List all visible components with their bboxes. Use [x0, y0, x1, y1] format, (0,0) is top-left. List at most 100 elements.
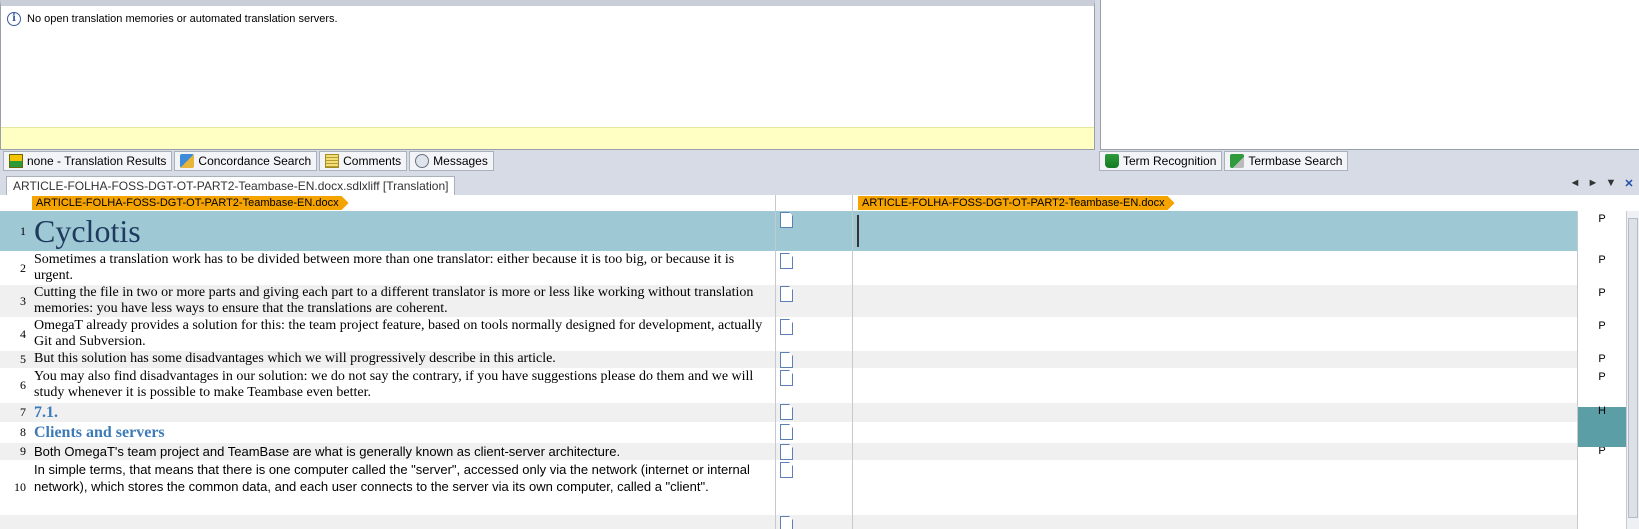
- source-text: But this solution has some disadvantages…: [34, 351, 556, 366]
- source-file-tag: ARTICLE-FOLHA-FOSS-DGT-OT-PART2-Teambase…: [32, 196, 349, 210]
- tab-prev-arrow-icon[interactable]: ◄: [1569, 177, 1581, 190]
- segment-number: 9: [20, 444, 26, 458]
- source-text: In simple terms, that means that there i…: [34, 462, 750, 494]
- structure-marker: H: [1598, 405, 1606, 417]
- segment-row[interactable]: [0, 515, 1578, 529]
- document-tab-label: ARTICLE-FOLHA-FOSS-DGT-OT-PART2-Teambase…: [13, 179, 449, 193]
- segment-status-icon: [780, 286, 793, 301]
- target-cell[interactable]: [853, 369, 1573, 402]
- concordance-search-icon: [180, 154, 195, 168]
- tab-label: none - Translation Results: [27, 154, 167, 168]
- structure-marker: P: [1598, 320, 1606, 332]
- tab-comments[interactable]: Comments: [319, 151, 408, 171]
- target-cell[interactable]: [853, 285, 1573, 317]
- tab-termbase-search[interactable]: Termbase Search: [1224, 151, 1349, 171]
- column-divider: [1577, 211, 1578, 529]
- messages-icon: [415, 154, 430, 168]
- tab-label: Termbase Search: [1248, 154, 1343, 168]
- structure-marker: P: [1598, 213, 1606, 225]
- segment-row[interactable]: 2 Sometimes a translation work has to be…: [0, 252, 1606, 285]
- structure-marker: P: [1598, 287, 1606, 299]
- segment-status-icon: [780, 212, 793, 227]
- segment-row[interactable]: 5 But this solution has some disadvantag…: [0, 351, 1606, 369]
- segment-row[interactable]: 3 Cutting the file in two or more parts …: [0, 285, 1606, 318]
- segment-row[interactable]: 9 Both OmegaT's team project and TeamBas…: [0, 443, 1606, 461]
- comments-icon: [325, 154, 340, 168]
- segment-row[interactable]: 7 7.1. H: [0, 403, 1606, 423]
- tab-list-dropdown-icon[interactable]: ▼: [1605, 177, 1617, 190]
- target-cell[interactable]: [853, 403, 1573, 422]
- segment-number: 7: [20, 405, 26, 419]
- tab-translation-results[interactable]: none - Translation Results: [3, 151, 173, 171]
- structure-marker: P: [1598, 353, 1606, 365]
- segment-number: 5: [20, 352, 26, 366]
- scrollbar-thumb[interactable]: [1628, 218, 1638, 518]
- termbase-search-icon: [1230, 154, 1245, 168]
- segment-status-icon: [780, 370, 793, 385]
- segment-row[interactable]: 4 OmegaT already provides a solution for…: [0, 318, 1606, 351]
- tab-label: Comments: [343, 154, 402, 168]
- column-divider: [775, 195, 776, 529]
- target-cell[interactable]: [853, 461, 1573, 514]
- translation-results-pane: i No open translation memories or automa…: [0, 0, 1095, 150]
- left-pane-tabs: none - Translation Results Concordance S…: [3, 151, 494, 171]
- segment-status-icon: [780, 444, 793, 459]
- source-text: OmegaT already provides a solution for t…: [34, 318, 763, 349]
- structure-marker: [1578, 461, 1626, 514]
- file-header-row: ARTICLE-FOLHA-FOSS-DGT-OT-PART2-Teambase…: [0, 195, 1578, 211]
- tab-label: Messages: [433, 154, 488, 168]
- segment-number: 4: [20, 326, 26, 341]
- segment-status-icon: [780, 516, 793, 529]
- target-cell[interactable]: [853, 423, 1573, 442]
- segment-row[interactable]: 1 Cyclotis P: [0, 211, 1606, 252]
- close-document-icon[interactable]: ✕: [1623, 177, 1635, 190]
- segment-number: 10: [14, 480, 26, 494]
- target-cell[interactable]: [853, 318, 1573, 350]
- segment-row[interactable]: 8 Clients and servers: [0, 423, 1578, 443]
- term-recognition-icon: [1105, 154, 1119, 168]
- tab-concordance-search[interactable]: Concordance Search: [174, 151, 318, 171]
- tab-next-arrow-icon[interactable]: ►: [1587, 177, 1599, 190]
- source-text: Clients and servers: [34, 424, 165, 441]
- segment-rows: 1 Cyclotis P 2 Sometimes a translation w…: [0, 211, 1606, 529]
- translation-results-icon: [9, 154, 23, 168]
- target-file-tag: ARTICLE-FOLHA-FOSS-DGT-OT-PART2-Teambase…: [858, 196, 1175, 210]
- segment-status-icon: [780, 424, 793, 439]
- segment-number: 3: [20, 293, 26, 308]
- target-cell[interactable]: [853, 211, 1573, 251]
- segment-number: 6: [20, 378, 26, 392]
- segment-number: 1: [20, 223, 26, 238]
- term-recognition-pane: [1100, 0, 1639, 150]
- translation-results-message-row: i No open translation memories or automa…: [7, 12, 338, 26]
- segment-status-icon: [780, 319, 793, 334]
- segment-row[interactable]: 10 In simple terms, that means that ther…: [0, 461, 1578, 515]
- translation-results-footer: [1, 127, 1094, 149]
- segment-status-icon: [780, 462, 793, 477]
- column-divider: [852, 195, 853, 529]
- editor-grid: ARTICLE-FOLHA-FOSS-DGT-OT-PART2-Teambase…: [0, 195, 1639, 529]
- structure-marker: P: [1598, 254, 1606, 266]
- tab-label: Term Recognition: [1123, 154, 1217, 168]
- segment-status-icon: [780, 404, 793, 419]
- segment-status-icon: [780, 352, 793, 367]
- target-cell[interactable]: [853, 443, 1573, 460]
- source-text: Both OmegaT's team project and TeamBase …: [34, 444, 621, 459]
- segment-status-icon: [780, 253, 793, 268]
- source-text: You may also find disadvantages in our s…: [34, 369, 754, 400]
- document-tab[interactable]: ARTICLE-FOLHA-FOSS-DGT-OT-PART2-Teambase…: [6, 176, 456, 195]
- tab-messages[interactable]: Messages: [409, 151, 494, 171]
- target-cell[interactable]: [853, 252, 1573, 284]
- tab-term-recognition[interactable]: Term Recognition: [1099, 151, 1223, 171]
- segment-number: 8: [20, 425, 26, 439]
- document-tab-nav: ◄ ► ▼ ✕: [1569, 177, 1635, 190]
- document-tab-bar: ARTICLE-FOLHA-FOSS-DGT-OT-PART2-Teambase…: [0, 173, 1639, 195]
- segment-row[interactable]: 6 You may also find disadvantages in our…: [0, 369, 1606, 403]
- target-cell[interactable]: [853, 351, 1573, 368]
- tab-label: Concordance Search: [198, 154, 312, 168]
- source-text: Sometimes a translation work has to be d…: [34, 252, 735, 283]
- translation-results-message: No open translation memories or automate…: [27, 13, 338, 25]
- segment-number: 2: [20, 260, 26, 275]
- text-cursor: [857, 215, 859, 247]
- structure-marker: P: [1598, 371, 1606, 383]
- right-pane-tabs: Term Recognition Termbase Search: [1099, 151, 1349, 171]
